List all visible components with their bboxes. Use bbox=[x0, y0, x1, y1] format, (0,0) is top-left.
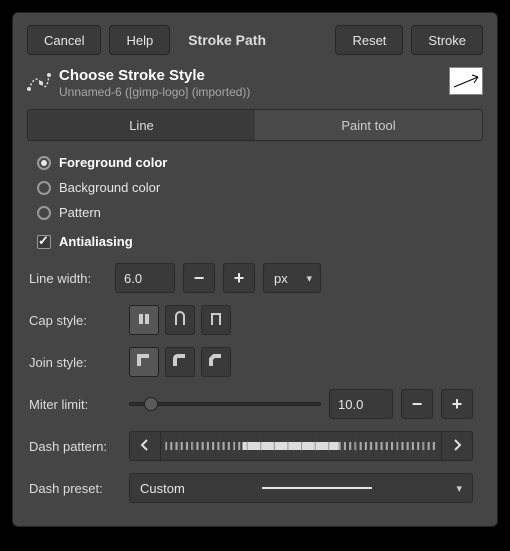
radio-pattern[interactable] bbox=[37, 206, 51, 220]
miter-increment[interactable]: + bbox=[441, 389, 473, 419]
cap-butt-icon bbox=[136, 311, 152, 330]
radio-background-label: Background color bbox=[59, 180, 160, 195]
dash-next[interactable] bbox=[441, 431, 473, 461]
miter-limit-label: Miter limit: bbox=[29, 397, 121, 412]
header-subtitle: Unnamed-6 ([gimp-logo] (imported)) bbox=[59, 85, 250, 99]
join-style-label: Join style: bbox=[29, 355, 121, 370]
stroke-button[interactable]: Stroke bbox=[411, 25, 483, 55]
dash-pattern-label: Dash pattern: bbox=[29, 439, 121, 454]
radio-background[interactable] bbox=[37, 181, 51, 195]
action-bar: Cancel Help Stroke Path Reset Stroke bbox=[13, 13, 497, 65]
radio-foreground[interactable] bbox=[37, 156, 51, 170]
cap-square[interactable] bbox=[201, 305, 231, 335]
radio-background-row[interactable]: Background color bbox=[37, 178, 473, 197]
dash-prev[interactable] bbox=[129, 431, 161, 461]
dash-preset-label: Dash preset: bbox=[29, 481, 121, 496]
cap-style-group bbox=[129, 305, 231, 335]
cancel-button[interactable]: Cancel bbox=[27, 25, 101, 55]
join-round-icon bbox=[172, 353, 188, 372]
join-bevel[interactable] bbox=[201, 347, 231, 377]
dash-preset-line-preview bbox=[262, 487, 372, 489]
line-width-increment[interactable]: + bbox=[223, 263, 255, 293]
antialias-checkbox[interactable] bbox=[37, 235, 51, 249]
miter-limit-input[interactable] bbox=[329, 389, 393, 419]
cap-square-icon bbox=[208, 311, 224, 330]
help-button[interactable]: Help bbox=[109, 25, 170, 55]
line-width-decrement[interactable]: − bbox=[183, 263, 215, 293]
dash-preset-combo[interactable]: Custom bbox=[129, 473, 473, 503]
line-width-label: Line width: bbox=[29, 271, 107, 286]
header-text: Choose Stroke Style Unnamed-6 ([gimp-log… bbox=[59, 67, 250, 99]
header-title: Choose Stroke Style bbox=[59, 67, 250, 84]
chevron-left-icon bbox=[138, 438, 152, 455]
antialias-label: Antialiasing bbox=[59, 234, 133, 249]
cap-round-icon bbox=[172, 311, 188, 330]
radio-pattern-label: Pattern bbox=[59, 205, 101, 220]
dash-preset-value: Custom bbox=[140, 481, 185, 496]
tab-line[interactable]: Line bbox=[28, 110, 255, 140]
line-width-unit[interactable]: px bbox=[263, 263, 321, 293]
tabs: Line Paint tool bbox=[27, 109, 483, 141]
dash-pattern-preview[interactable] bbox=[161, 431, 441, 461]
radio-foreground-label: Foreground color bbox=[59, 155, 167, 170]
stroke-preview bbox=[449, 67, 483, 95]
miter-slider[interactable] bbox=[129, 394, 321, 414]
stroke-path-dialog: Cancel Help Stroke Path Reset Stroke Cho… bbox=[12, 12, 498, 527]
reset-button[interactable]: Reset bbox=[335, 25, 403, 55]
dialog-title: Stroke Path bbox=[178, 26, 276, 54]
miter-slider-thumb[interactable] bbox=[144, 397, 158, 411]
cap-round[interactable] bbox=[165, 305, 195, 335]
chevron-right-icon bbox=[450, 438, 464, 455]
join-round[interactable] bbox=[165, 347, 195, 377]
join-miter[interactable] bbox=[129, 347, 159, 377]
join-style-group bbox=[129, 347, 231, 377]
radio-pattern-row[interactable]: Pattern bbox=[37, 203, 473, 222]
line-options: Foreground color Background color Patter… bbox=[13, 141, 497, 513]
tab-paint-tool[interactable]: Paint tool bbox=[255, 110, 482, 140]
path-icon bbox=[27, 69, 51, 93]
cap-style-label: Cap style: bbox=[29, 313, 121, 328]
join-miter-icon bbox=[136, 353, 152, 372]
line-width-input[interactable] bbox=[115, 263, 175, 293]
radio-foreground-row[interactable]: Foreground color bbox=[37, 153, 473, 172]
antialias-row[interactable]: Antialiasing bbox=[37, 232, 473, 251]
cap-butt[interactable] bbox=[129, 305, 159, 335]
join-bevel-icon bbox=[208, 353, 224, 372]
header: Choose Stroke Style Unnamed-6 ([gimp-log… bbox=[13, 65, 497, 109]
miter-decrement[interactable]: − bbox=[401, 389, 433, 419]
